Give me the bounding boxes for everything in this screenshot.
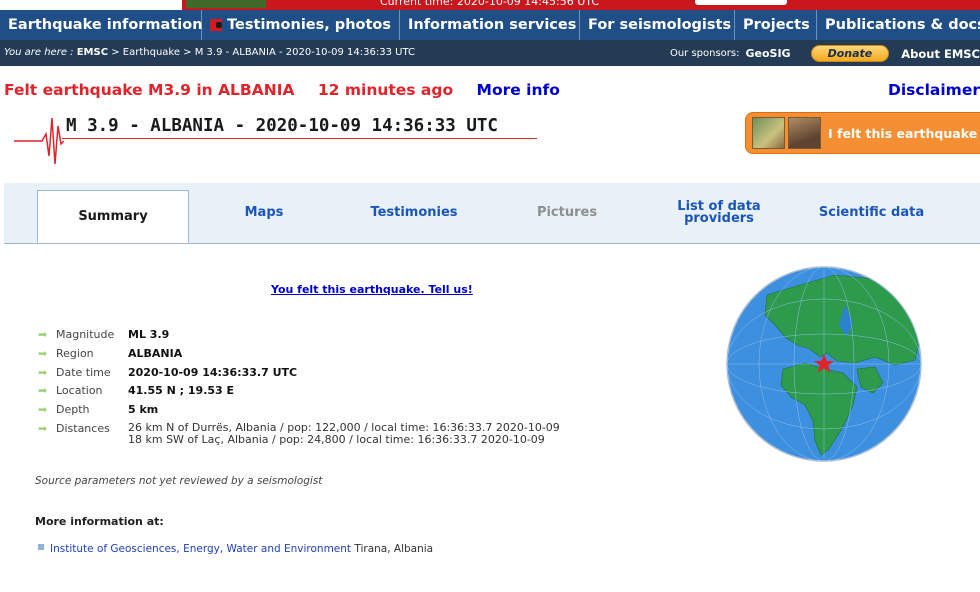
- tab-label: Maps: [244, 205, 284, 220]
- param-value: 41.55 N ; 19.53 E: [128, 384, 235, 398]
- nav-label: Projects: [743, 17, 810, 33]
- felt-map-image: [752, 117, 785, 149]
- top-strip: Current time: 2020-10-09 14:45:56 UTC: [0, 0, 980, 10]
- donate-button[interactable]: Donate: [810, 45, 890, 62]
- i-felt-this-earthquake-button[interactable]: I felt this earthquake: [745, 112, 980, 154]
- tab-summary[interactable]: Summary: [37, 190, 189, 243]
- tab-label: Testimonies: [370, 205, 458, 220]
- param-label: Date time: [56, 365, 111, 379]
- param-value: 5 km: [128, 403, 159, 417]
- breadcrumb-emsc-link[interactable]: EMSC: [77, 47, 108, 58]
- nav-publications-docs[interactable]: Publications & docs: [817, 10, 980, 40]
- institute-location: Tirana, Albania: [351, 543, 434, 555]
- breadcrumb-prefix: You are here :: [4, 47, 74, 58]
- felt-headline: Felt earthquake M3.9 in ALBANIA: [4, 81, 295, 99]
- tab-label: Pictures: [536, 205, 598, 220]
- nav-label: Testimonies, photos: [227, 17, 391, 33]
- tab-label: Scientific data: [818, 205, 925, 220]
- distance-line: 26 km N of Durrës, Albania / pop: 122,00…: [128, 420, 560, 434]
- source-note: Source parameters not yet reviewed by a …: [35, 475, 323, 487]
- tab-label: Summary: [78, 208, 148, 224]
- nav-testimonies-photos[interactable]: Testimonies, photos: [202, 10, 400, 40]
- arrow-right-icon: ➡: [38, 403, 48, 417]
- arrow-right-icon: ➡: [38, 384, 48, 398]
- nav-for-seismologists[interactable]: For seismologists: [580, 10, 735, 40]
- main-navigation: Earthquake information Testimonies, phot…: [0, 10, 980, 40]
- more-info-link[interactable]: More info: [477, 81, 560, 99]
- event-parameters: ➡ Magnitude ML 3.9 ➡ Region ALBANIA ➡ Date ti…: [38, 328, 560, 452]
- param-row-distances: ➡ Distances 26 km N of Durrës, Albania / p…: [38, 420, 560, 452]
- param-row: ➡ Date time 2020-10-09 14:36:33.7 UTC: [38, 366, 560, 385]
- arrow-right-icon: ➡: [38, 346, 48, 360]
- tab-pictures: Pictures: [512, 183, 622, 243]
- breadcrumb-bar: You are here : EMSC > Earthquake > M 3.9…: [0, 40, 980, 66]
- felt-button-label: I felt this earthquake: [828, 125, 978, 141]
- tab-scientific-data[interactable]: Scientific data: [809, 183, 934, 243]
- disclaimer-link[interactable]: Disclaimer: [888, 81, 980, 99]
- seismogram-icon: [14, 117, 64, 165]
- albania-flag-icon: [210, 19, 223, 31]
- about-emsc-link[interactable]: About EMSC: [901, 47, 980, 61]
- arrow-right-icon: ➡: [38, 421, 48, 435]
- bullet-icon: [38, 544, 44, 550]
- param-label: Magnitude: [56, 328, 115, 341]
- felt-time-ago: 12 minutes ago: [317, 81, 454, 99]
- nav-label: For seismologists: [588, 17, 732, 33]
- current-time: Current time: 2020-10-09 14:45:56 UTC: [380, 0, 599, 8]
- param-row: ➡ Depth 5 km: [38, 403, 560, 422]
- more-information-heading: More information at:: [35, 515, 164, 528]
- tab-maps[interactable]: Maps: [209, 183, 319, 243]
- tab-list-of-data-providers[interactable]: List of data providers: [659, 183, 779, 243]
- institute-entry: Institute of Geosciences, Energy, Water …: [38, 543, 433, 555]
- sponsor-geosig-link[interactable]: GeoSIG: [745, 47, 790, 60]
- param-value: ALBANIA: [128, 346, 183, 360]
- param-label: Depth: [56, 403, 90, 417]
- sponsor-area: Our sponsors: GeoSIG Donate About EMSC: [670, 45, 980, 62]
- param-label: Location: [56, 384, 103, 398]
- nav-earthquake-information[interactable]: Earthquake information: [0, 10, 203, 40]
- banner-search[interactable]: [695, 0, 787, 5]
- nav-projects[interactable]: Projects: [735, 10, 817, 40]
- felt-damage-image: [788, 117, 821, 149]
- param-row: ➡ Region ALBANIA: [38, 347, 560, 366]
- nav-label: Publications & docs: [825, 17, 980, 33]
- banner-thumbnail[interactable]: [186, 0, 266, 8]
- param-row: ➡ Magnitude ML 3.9: [38, 328, 560, 347]
- felt-headline-row: Felt earthquake M3.9 in ALBANIA 12 minut…: [4, 81, 560, 99]
- distances-value: 26 km N of Durrës, Albania / pop: 122,00…: [128, 420, 560, 447]
- breadcrumb: You are here : EMSC > Earthquake > M 3.9…: [4, 47, 415, 58]
- sponsors-label: Our sponsors:: [669, 48, 740, 59]
- param-value: ML 3.9: [128, 328, 170, 341]
- param-label: Region: [56, 346, 94, 360]
- epicenter-globe-map[interactable]: [725, 265, 923, 463]
- institute-link[interactable]: Institute of Geosciences, Energy, Water …: [50, 543, 351, 555]
- param-row: ➡ Location 41.55 N ; 19.53 E: [38, 384, 560, 403]
- tab-bar: Summary Maps Testimonies Pictures List o…: [4, 183, 980, 244]
- tell-us-link[interactable]: You felt this earthquake. Tell us!: [271, 283, 473, 296]
- tab-label: List of data providers: [677, 199, 761, 226]
- arrow-right-icon: ➡: [38, 365, 48, 379]
- arrow-right-icon: ➡: [38, 328, 48, 341]
- tab-testimonies[interactable]: Testimonies: [354, 183, 474, 243]
- breadcrumb-trail: > Earthquake > M 3.9 - ALBANIA - 2020-10…: [108, 47, 415, 58]
- nav-label: Information services: [408, 17, 577, 33]
- nav-information-services[interactable]: Information services: [400, 10, 580, 40]
- distance-line: 18 km SW of Laç, Albania / pop: 24,800 /…: [128, 433, 545, 447]
- param-label: Distances: [56, 421, 110, 435]
- nav-label: Earthquake information: [8, 17, 203, 33]
- param-value: 2020-10-09 14:36:33.7 UTC: [128, 365, 298, 379]
- event-title: M 3.9 - ALBANIA - 2020-10-09 14:36:33 UT…: [66, 116, 498, 136]
- title-underline: [62, 138, 537, 139]
